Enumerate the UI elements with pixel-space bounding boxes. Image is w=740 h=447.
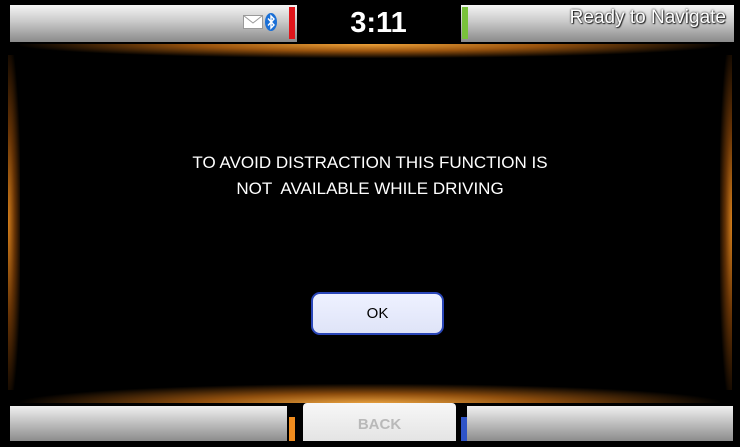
bluetooth-icon	[265, 13, 277, 31]
infotainment-screen: 3:11 Ready to Navigate TO AVOID DISTRACT…	[0, 0, 740, 441]
red-status-marker	[289, 7, 295, 39]
bottom-panel-left[interactable]	[10, 406, 287, 441]
bottom-bar: BACK	[0, 403, 740, 441]
frame-glow-bottom	[20, 384, 720, 404]
bottom-panel-right[interactable]	[467, 406, 733, 441]
back-button[interactable]: BACK	[303, 403, 456, 441]
driving-restriction-message: TO AVOID DISTRACTION THIS FUNCTION IS NO…	[100, 150, 640, 202]
frame-glow-left	[8, 55, 20, 390]
message-line-1: TO AVOID DISTRACTION THIS FUNCTION IS	[192, 153, 548, 172]
message-icon	[243, 15, 263, 29]
top-status-bar: 3:11 Ready to Navigate	[0, 0, 740, 46]
frame-glow-top	[20, 44, 720, 58]
orange-marker	[289, 417, 295, 441]
ok-button[interactable]: OK	[311, 292, 444, 335]
frame-glow-right	[720, 55, 732, 390]
status-icons	[243, 12, 277, 32]
blue-marker	[461, 417, 467, 441]
navigation-status: Ready to Navigate	[569, 7, 726, 28]
clock: 3:11	[330, 2, 427, 45]
green-status-marker	[462, 7, 468, 39]
message-line-2: NOT AVAILABLE WHILE DRIVING	[236, 179, 504, 198]
